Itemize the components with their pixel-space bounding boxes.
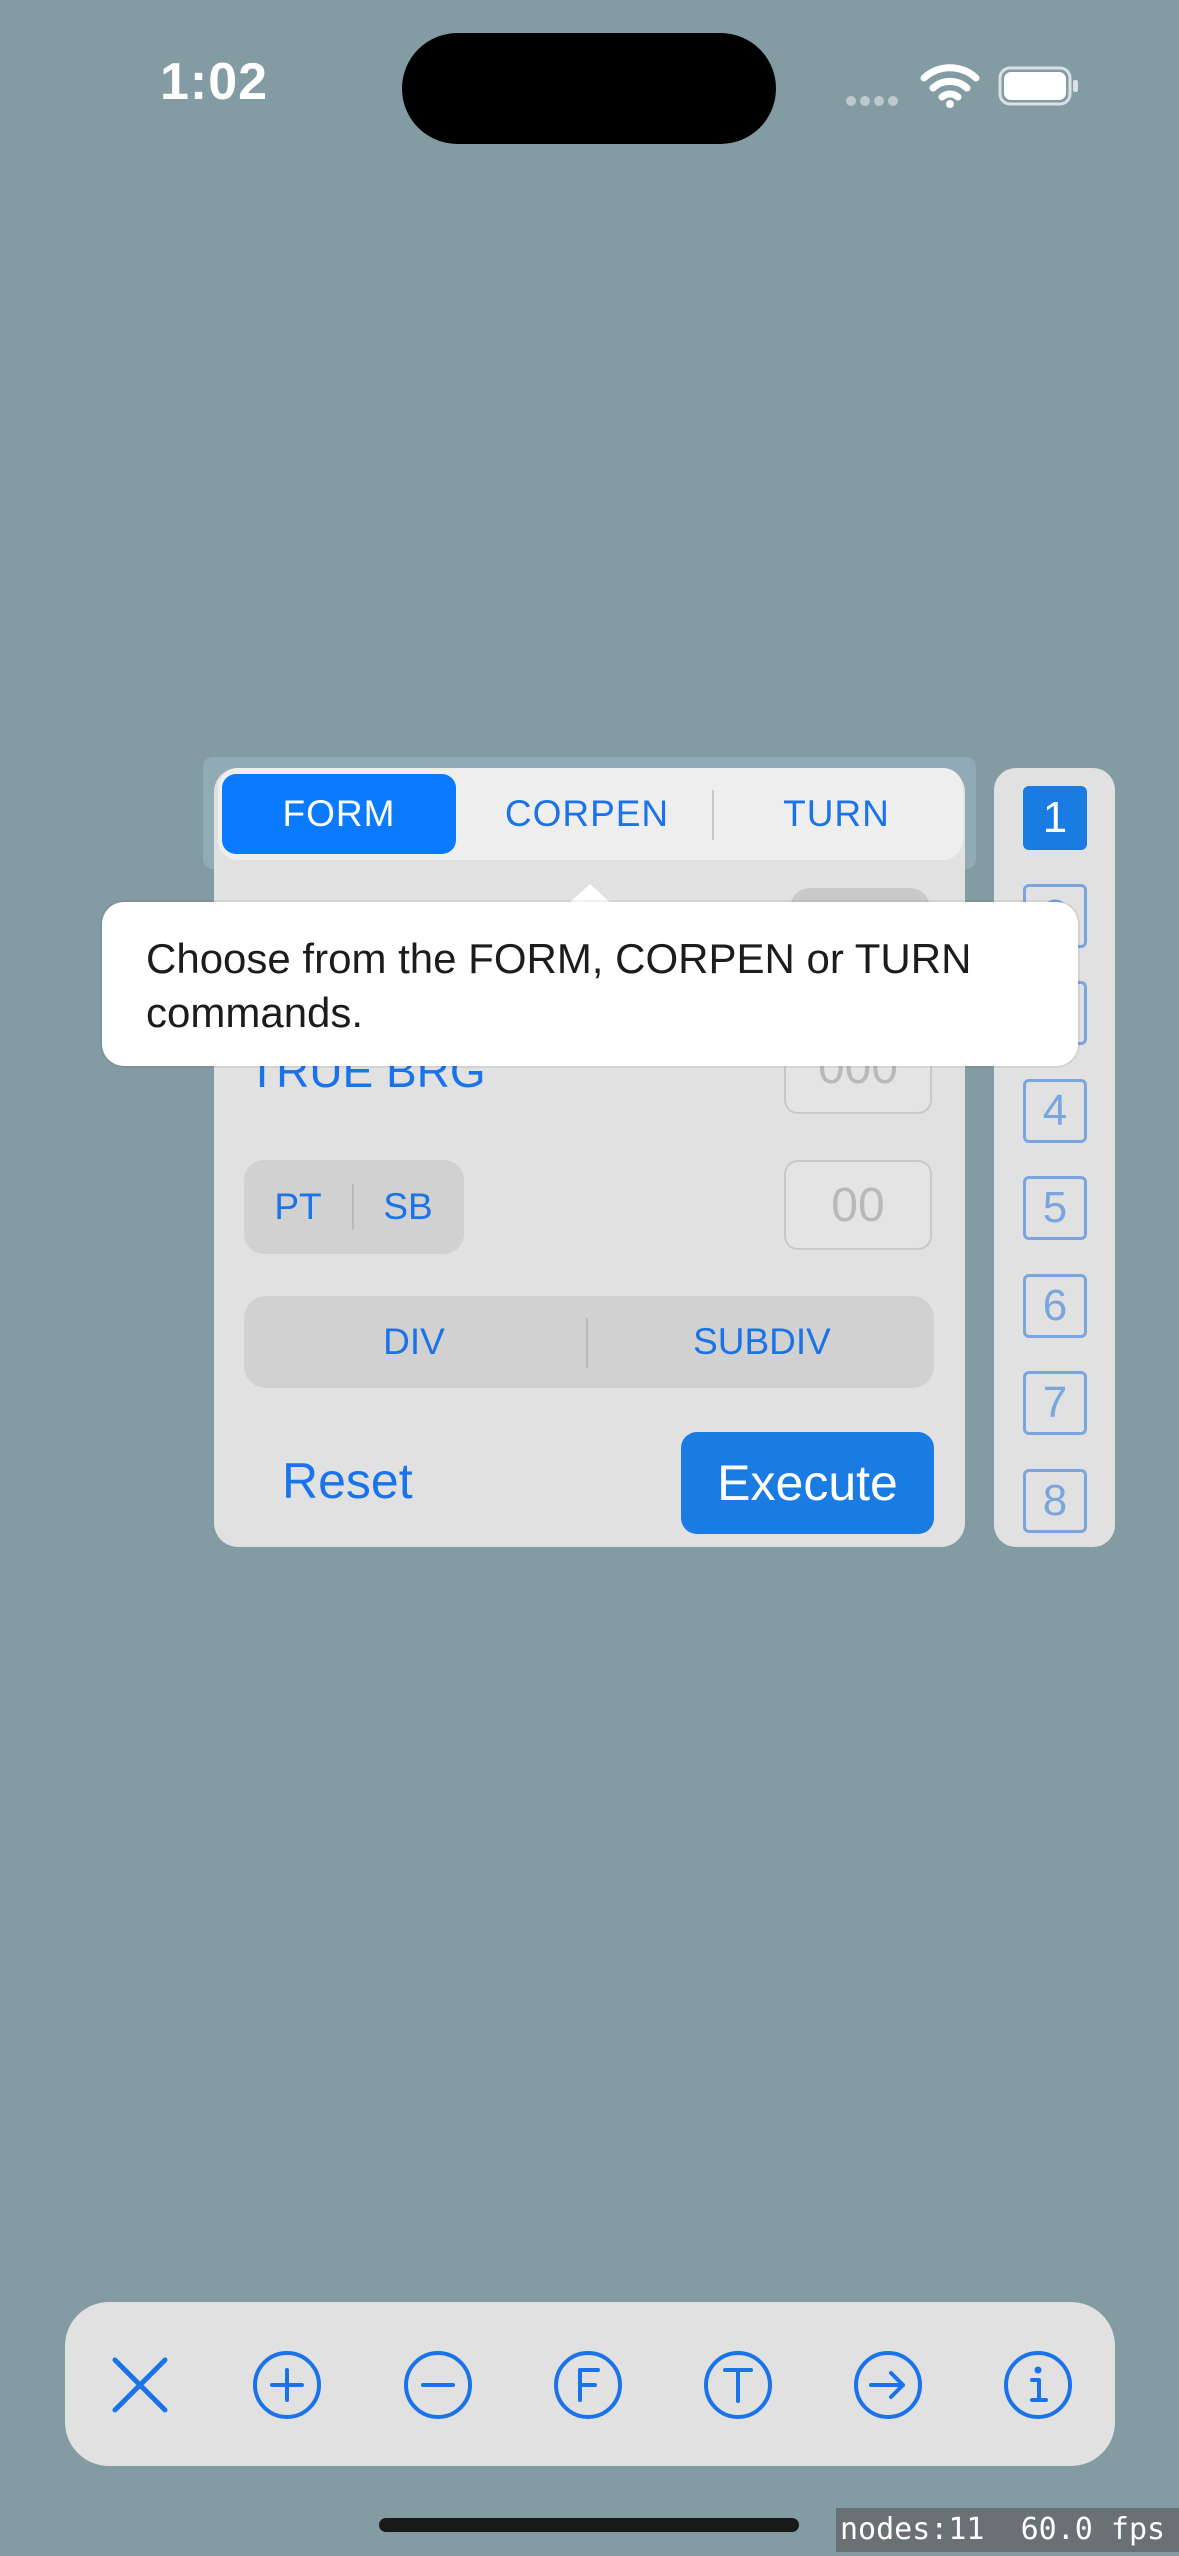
pt-option[interactable]: PT <box>244 1160 352 1254</box>
number-button-1[interactable]: 1 <box>1023 786 1087 850</box>
division-divider <box>586 1318 588 1368</box>
plus-circle-icon[interactable] <box>252 2350 322 2420</box>
div-option[interactable]: DIV <box>244 1296 584 1388</box>
status-time: 1:02 <box>160 53 269 111</box>
number-button-6[interactable]: 6 <box>1023 1274 1087 1338</box>
wifi-icon <box>920 64 980 108</box>
number-button-4[interactable]: 4 <box>1023 1079 1087 1143</box>
arrow-right-circle-icon[interactable] <box>853 2350 923 2420</box>
debug-overlay: nodes:11 60.0 fps <box>836 2508 1179 2552</box>
command-tabs: FORM CORPEN TURN <box>218 768 963 860</box>
tooltip-arrow <box>568 884 612 904</box>
tooltip: Choose from the FORM, CORPEN or TURN com… <box>102 902 1078 1066</box>
bottom-toolbar <box>65 2302 1115 2466</box>
number-button-8[interactable]: 8 <box>1023 1469 1087 1533</box>
number-button-7[interactable]: 7 <box>1023 1371 1087 1435</box>
tab-turn[interactable]: TURN <box>714 774 959 854</box>
t-circle-icon[interactable] <box>703 2350 773 2420</box>
dynamic-island <box>402 33 776 144</box>
subdiv-option[interactable]: SUBDIV <box>590 1296 934 1388</box>
battery-icon <box>998 66 1078 106</box>
number-sidebar: 1 2 3 4 5 6 7 8 <box>994 768 1115 1547</box>
sb-option[interactable]: SB <box>354 1160 462 1254</box>
tab-form[interactable]: FORM <box>222 774 456 854</box>
reset-button[interactable]: Reset <box>282 1452 413 1510</box>
f-circle-icon[interactable] <box>553 2350 623 2420</box>
minus-circle-icon[interactable] <box>403 2350 473 2420</box>
number-input[interactable]: 00 <box>784 1160 932 1250</box>
cellular-signal-icon <box>846 93 906 107</box>
home-indicator <box>379 2518 799 2532</box>
close-icon[interactable] <box>105 2350 175 2420</box>
execute-button[interactable]: Execute <box>681 1432 934 1534</box>
division-selector: DIV SUBDIV <box>244 1296 934 1388</box>
side-selector: PT SB <box>244 1160 464 1254</box>
tab-corpen[interactable]: CORPEN <box>466 774 708 854</box>
info-circle-icon[interactable] <box>1003 2350 1073 2420</box>
number-button-5[interactable]: 5 <box>1023 1176 1087 1240</box>
